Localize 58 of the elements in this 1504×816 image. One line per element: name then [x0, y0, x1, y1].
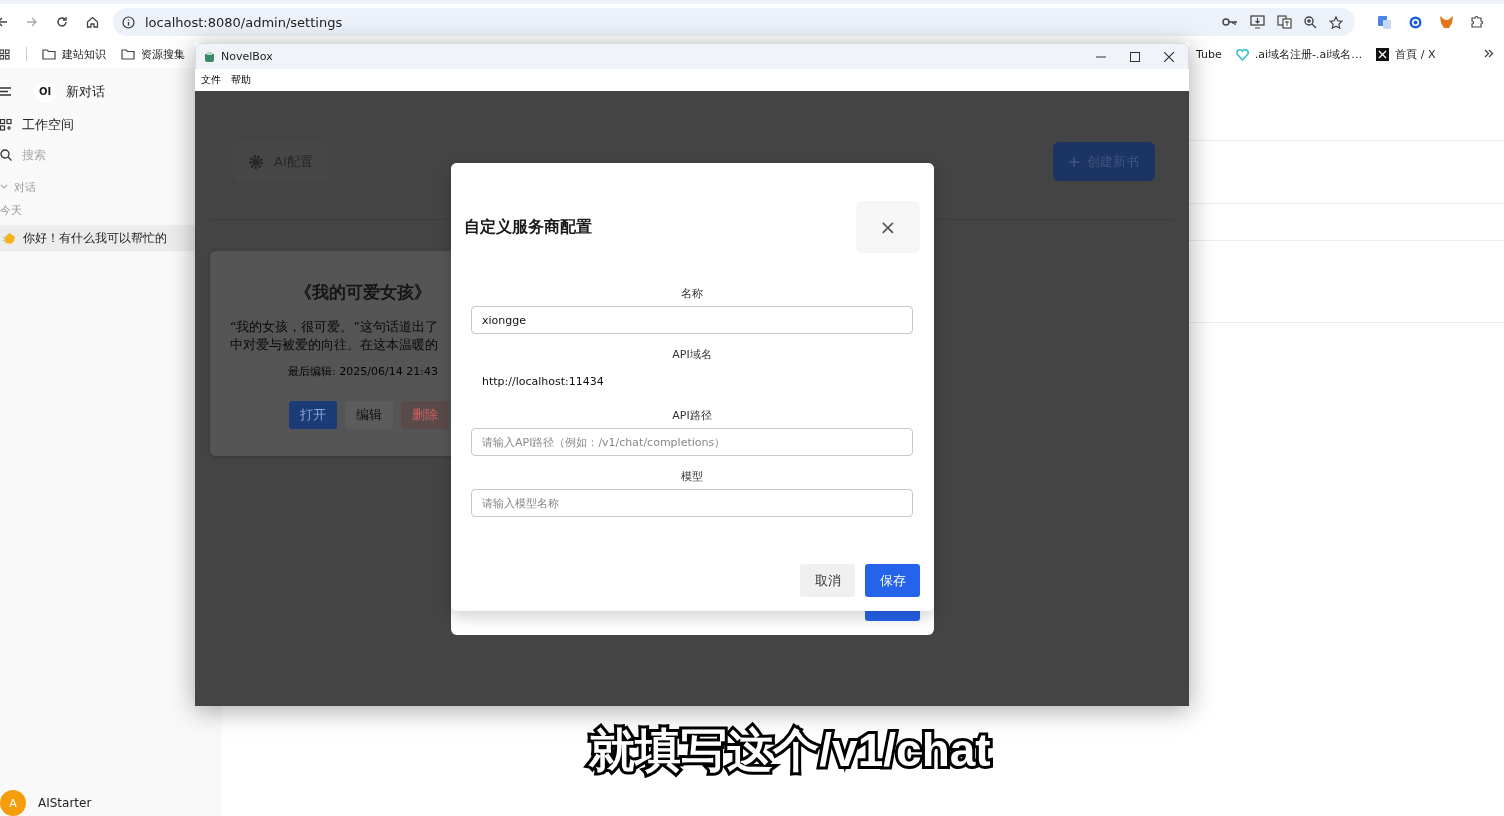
cancel-button[interactable]: 取消: [800, 564, 855, 597]
x-logo-icon: [1376, 47, 1390, 61]
monitor-download-icon[interactable]: [1250, 15, 1265, 29]
translate-extension-icon[interactable]: [1377, 14, 1392, 30]
key-icon[interactable]: [1222, 17, 1238, 27]
fox-extension-icon[interactable]: [1439, 15, 1454, 29]
close-icon[interactable]: [1164, 51, 1174, 62]
waving-hand-icon: [3, 231, 17, 245]
maximize-icon[interactable]: [1130, 51, 1140, 62]
button-edge: [865, 611, 920, 621]
dialog-title: 自定义服务商配置: [464, 216, 592, 238]
app-logo: OI: [34, 80, 56, 103]
minimize-icon[interactable]: [1096, 55, 1106, 58]
reload-icon[interactable]: [56, 16, 68, 28]
info-icon[interactable]: [122, 15, 135, 29]
save-button[interactable]: 保存: [865, 564, 920, 597]
bookmark-link[interactable]: .ai域名注册-.ai域名…: [1254, 46, 1363, 62]
bookmark-link[interactable]: 建站知识: [62, 46, 106, 62]
menu-icon[interactable]: [0, 87, 11, 96]
field-label: API路径: [671, 409, 713, 423]
app-icon: [204, 51, 215, 62]
address-bar[interactable]: localhost:8080/admin/settings: [113, 8, 1355, 36]
star-icon[interactable]: [1329, 15, 1343, 29]
bookmark-link[interactable]: Tube: [1196, 47, 1222, 61]
heart-logo-icon: [1235, 47, 1249, 61]
extensions-icon[interactable]: [1470, 15, 1484, 29]
field-label: 名称: [680, 287, 704, 301]
home-icon[interactable]: [86, 16, 99, 28]
field-label: API域名: [671, 348, 713, 362]
plus-icon: [1069, 156, 1079, 167]
book-action-button[interactable]: 打开: [289, 401, 337, 429]
ring-extension-icon[interactable]: [1408, 14, 1423, 30]
workspace-link[interactable]: 工作空间: [22, 115, 74, 134]
book-title: 《我的可爱女孩》: [294, 281, 432, 304]
text-field[interactable]: 请输入模型名称: [471, 489, 913, 517]
new-chat-link[interactable]: 新对话: [66, 82, 105, 101]
translate-icon[interactable]: [1277, 15, 1292, 29]
menu-item[interactable]: 文件: [201, 73, 221, 87]
zoom-icon[interactable]: [1304, 15, 1317, 29]
bookmark-link[interactable]: 首頁 / X: [1395, 46, 1436, 62]
menu-item[interactable]: 帮助: [231, 73, 251, 87]
book-summary-line: 中对爱与被爱的向往。在这本温暖的: [230, 336, 439, 354]
apps-icon[interactable]: [0, 48, 10, 60]
text-field[interactable]: xiongge: [471, 306, 913, 334]
folder-icon: [42, 48, 56, 60]
user-name[interactable]: AIStarter: [38, 796, 92, 810]
window-title: NovelBox: [221, 50, 273, 63]
bookmark-link[interactable]: 资源搜集: [141, 46, 185, 62]
workspace-icon[interactable]: [0, 118, 12, 131]
edited-date: 最后编辑: 2025/06/14 21:43: [287, 364, 439, 379]
field-label: 模型: [680, 470, 704, 484]
chat-item[interactable]: 你好！有什么我可以帮忙的: [0, 225, 195, 251]
text-field[interactable]: 请输入API路径（例如：/v1/chat/completions）: [471, 428, 913, 456]
folder-icon: [121, 48, 135, 60]
chevrons-icon[interactable]: [1484, 48, 1494, 58]
search-icon[interactable]: [0, 149, 12, 161]
date-group-label: 今天: [0, 203, 23, 219]
close-button[interactable]: ×: [856, 201, 920, 253]
